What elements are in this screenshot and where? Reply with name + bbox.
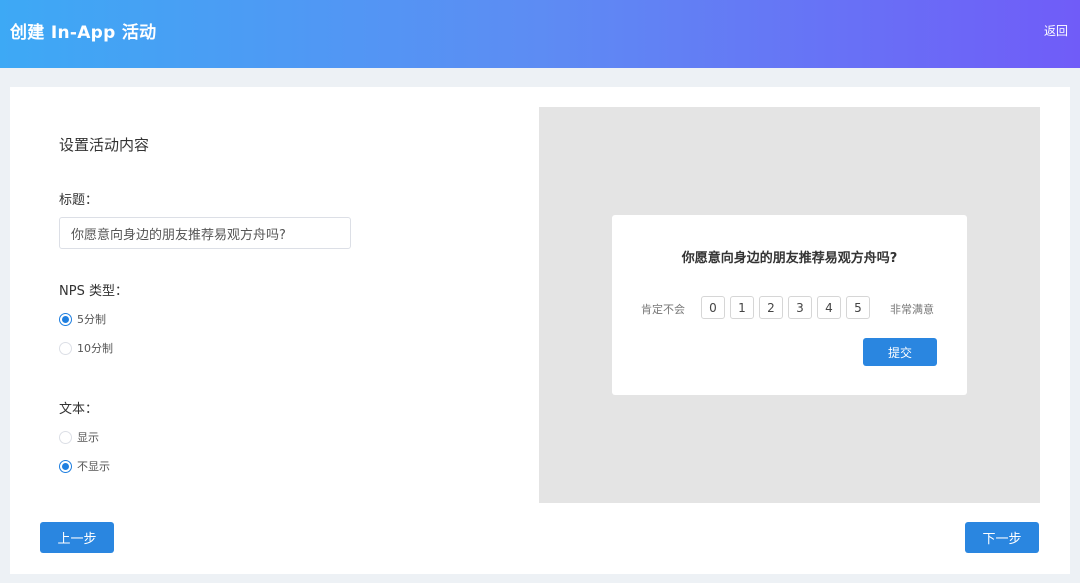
prev-step-button[interactable]: 上一步 — [40, 522, 114, 553]
text-option-label: 不显示 — [77, 460, 110, 473]
score-option-1[interactable]: 1 — [730, 296, 754, 319]
nps-dialog: 你愿意向身边的朋友推荐易观方舟吗? 肯定不会 0 1 2 3 4 5 非常满意 … — [612, 215, 967, 395]
score-option-4[interactable]: 4 — [817, 296, 841, 319]
score-option-3[interactable]: 3 — [788, 296, 812, 319]
radio-checked-icon[interactable] — [59, 459, 72, 473]
text-option-label: 显示 — [77, 431, 99, 444]
scale-high-label: 非常满意 — [890, 303, 934, 316]
radio-checked-icon[interactable] — [59, 312, 72, 326]
nps-option-10[interactable]: 10分制 — [59, 340, 113, 356]
text-field-label: 文本： — [59, 402, 99, 417]
score-options: 0 1 2 3 4 5 — [701, 296, 870, 319]
nps-option-label: 5分制 — [77, 313, 106, 326]
text-option-show[interactable]: 显示 — [59, 429, 99, 445]
section-title: 设置活动内容 — [59, 136, 150, 154]
title-input[interactable] — [59, 217, 351, 249]
app-header: 创建 In-App 活动 返回 — [0, 0, 1080, 68]
nps-type-label: NPS 类型： — [59, 284, 128, 299]
nps-option-5[interactable]: 5分制 — [59, 311, 106, 327]
page-title: 创建 In-App 活动 — [10, 23, 157, 43]
score-option-2[interactable]: 2 — [759, 296, 783, 319]
text-option-hide[interactable]: 不显示 — [59, 458, 110, 474]
next-step-button[interactable]: 下一步 — [965, 522, 1039, 553]
score-option-5[interactable]: 5 — [846, 296, 870, 319]
main-card: 设置活动内容 标题： NPS 类型： 5分制 10分制 文本： 显示 不显示 你… — [10, 87, 1070, 574]
back-link[interactable]: 返回 — [1044, 22, 1068, 39]
radio-unchecked-icon[interactable] — [59, 341, 72, 355]
dialog-question: 你愿意向身边的朋友推荐易观方舟吗? — [681, 251, 898, 266]
submit-button[interactable]: 提交 — [863, 338, 937, 366]
nps-option-label: 10分制 — [77, 342, 113, 355]
scale-low-label: 肯定不会 — [641, 303, 685, 316]
preview-panel: 你愿意向身边的朋友推荐易观方舟吗? 肯定不会 0 1 2 3 4 5 非常满意 … — [539, 107, 1040, 503]
title-field-label: 标题： — [59, 193, 99, 208]
radio-unchecked-icon[interactable] — [59, 430, 72, 444]
score-option-0[interactable]: 0 — [701, 296, 725, 319]
